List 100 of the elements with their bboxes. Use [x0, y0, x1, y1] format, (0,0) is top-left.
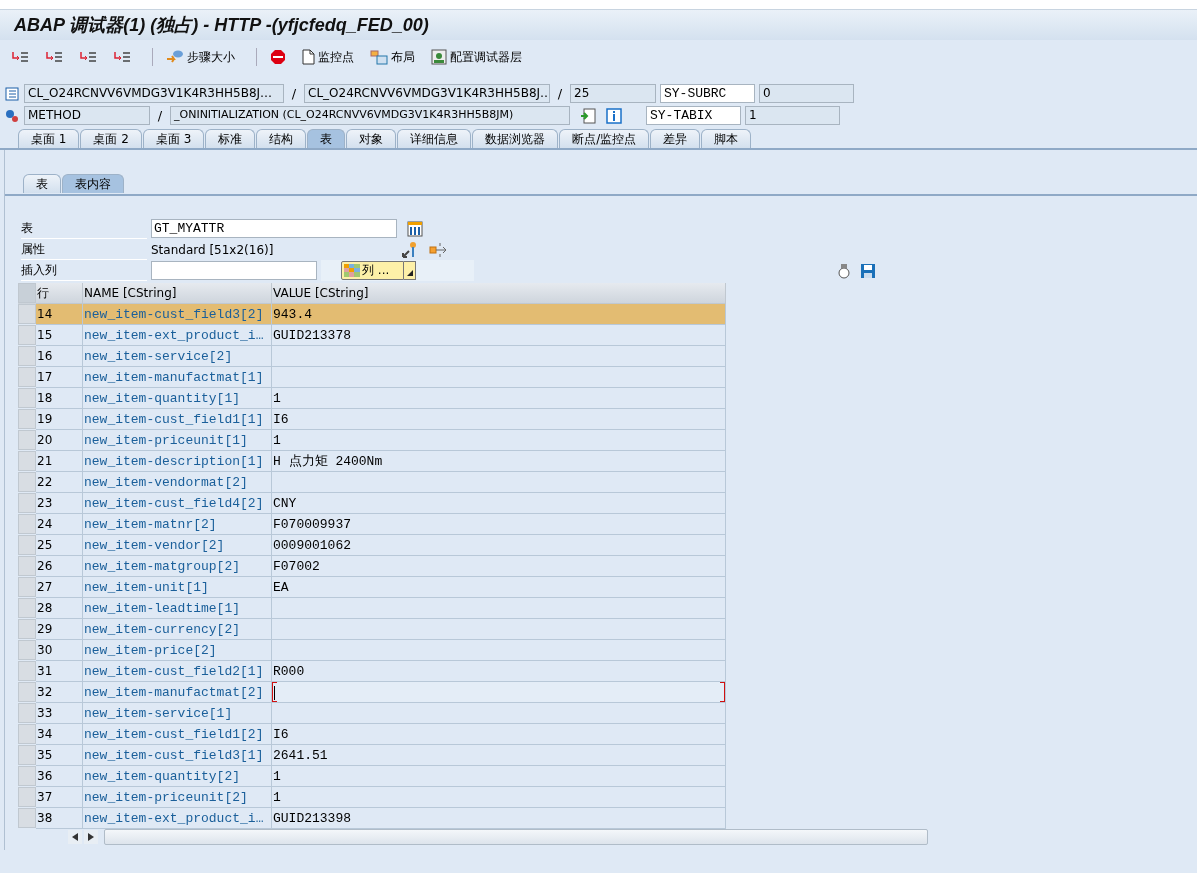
table-cell[interactable]: 1 — [272, 787, 726, 808]
table-cell[interactable] — [272, 367, 726, 388]
table-cell[interactable]: 2641.51 — [272, 745, 726, 766]
tab[interactable]: 桌面 1 — [18, 129, 80, 148]
tab[interactable]: 桌面 3 — [142, 129, 205, 148]
tab[interactable]: 结构 — [256, 129, 307, 148]
table-cell: new_item-ext_product_i… — [83, 325, 272, 346]
table-cell[interactable]: GUID213378 — [272, 325, 726, 346]
table-cell: new_item-priceunit[2] — [83, 787, 272, 808]
table-name-field[interactable]: GT_MYATTR — [151, 219, 397, 238]
row-selector[interactable] — [18, 724, 36, 744]
row-selector[interactable] — [18, 409, 36, 429]
row-selector[interactable] — [18, 745, 36, 765]
row-selector[interactable] — [18, 661, 36, 681]
table-cell: new_item-description[1] — [83, 451, 272, 472]
table-cell[interactable] — [272, 703, 726, 724]
table-cell: new_item-manufactmat[1] — [83, 367, 272, 388]
row-selector[interactable] — [18, 598, 36, 618]
tab[interactable]: 断点/监控点 — [559, 129, 650, 148]
tab[interactable]: 差异 — [650, 129, 701, 148]
table-cell[interactable]: I6 — [272, 724, 726, 745]
save-icon[interactable] — [860, 262, 877, 279]
table-cell[interactable] — [272, 346, 726, 367]
separator-slash: / — [556, 86, 564, 101]
row-selector[interactable] — [18, 640, 36, 660]
event-field: _ONINITIALIZATION (CL_O24RCNVV6VMDG3V1K4R3HH5B8JM) — [170, 106, 570, 125]
tab[interactable]: 表 — [23, 174, 61, 193]
table-cell: 37 — [36, 787, 83, 808]
row-selector[interactable] — [18, 388, 36, 408]
row-selector[interactable] — [18, 304, 36, 324]
row-selector[interactable] — [18, 493, 36, 513]
row-selector[interactable] — [18, 451, 36, 471]
tab[interactable]: 脚本 — [701, 129, 752, 148]
tab[interactable]: 桌面 2 — [80, 129, 142, 148]
include-field: CL_O24RCNVV6VMDG3V1K4R3HH5B8J… — [304, 84, 550, 103]
table-cell[interactable]: F070009937 — [272, 514, 726, 535]
export-icon[interactable] — [429, 241, 447, 258]
row-selector[interactable] — [18, 703, 36, 723]
tab[interactable]: 表 — [307, 129, 346, 148]
row-selector[interactable] — [18, 430, 36, 450]
row-selector[interactable] — [18, 535, 36, 555]
select-all-button[interactable] — [18, 283, 36, 303]
table-cell: 18 — [36, 388, 83, 409]
row-selector[interactable] — [18, 682, 36, 702]
display-icon[interactable] — [580, 107, 596, 124]
table-cell: new_item-matnr[2] — [83, 514, 272, 535]
row-selector[interactable] — [18, 577, 36, 597]
tab[interactable]: 数据浏览器 — [472, 129, 559, 148]
table-cell: 17 — [36, 367, 83, 388]
insert-column-field[interactable] — [151, 261, 317, 280]
table-cell[interactable] — [272, 598, 726, 619]
toolbar-button[interactable]: 布局 — [367, 46, 418, 68]
table-icon[interactable] — [407, 220, 423, 237]
table-cell[interactable] — [272, 472, 726, 493]
table-cell[interactable]: 943.4 — [272, 304, 726, 325]
table-cell[interactable]: 1 — [272, 766, 726, 787]
row-selector[interactable] — [18, 808, 36, 828]
table-cell[interactable] — [272, 640, 726, 661]
row-selector[interactable] — [18, 619, 36, 639]
layout-icon — [370, 49, 388, 65]
columns-button[interactable]: 列 ... — [341, 261, 405, 280]
row-selector[interactable] — [18, 514, 36, 534]
table-cell: new_item-quantity[2] — [83, 766, 272, 787]
tab[interactable]: 标准 — [205, 129, 256, 148]
row-selector[interactable] — [18, 556, 36, 576]
table-cell[interactable]: 1 — [272, 430, 726, 451]
tab[interactable]: 表内容 — [62, 174, 124, 193]
row-selector[interactable] — [18, 367, 36, 387]
table-cell: 32 — [36, 682, 83, 703]
horizontal-scrollbar[interactable] — [104, 829, 928, 845]
table-cell[interactable]: 1 — [272, 388, 726, 409]
sysvar-value-field: 0 — [759, 84, 854, 103]
row-selector[interactable] — [18, 766, 36, 786]
light-bulb-icon[interactable] — [838, 262, 851, 279]
row-selector[interactable] — [18, 346, 36, 366]
row-selector[interactable] — [18, 787, 36, 807]
table-cell[interactable]: 0009001062 — [272, 535, 726, 556]
table-cell: new_item-cust_field1[1] — [83, 409, 272, 430]
toolbar-button[interactable]: 监控点 — [299, 46, 357, 68]
table-cell: new_item-currency[2] — [83, 619, 272, 640]
table-cell[interactable] — [272, 682, 726, 703]
table-cell[interactable] — [272, 619, 726, 640]
tab[interactable]: 详细信息 — [397, 129, 472, 148]
row-selector[interactable] — [18, 325, 36, 345]
row-selector[interactable] — [18, 472, 36, 492]
table-cell: 27 — [36, 577, 83, 598]
toolbar-button[interactable]: 配置调试器层 — [428, 46, 525, 68]
sysvar-name-field: SY-TABIX — [646, 106, 741, 125]
table-cell[interactable]: F07002 — [272, 556, 726, 577]
table-cell[interactable]: I6 — [272, 409, 726, 430]
info-icon[interactable] — [606, 107, 622, 124]
table-cell[interactable]: CNY — [272, 493, 726, 514]
dropdown-caret[interactable] — [404, 261, 417, 280]
key-icon[interactable] — [401, 240, 419, 259]
table-cell: 33 — [36, 703, 83, 724]
tab[interactable]: 对象 — [346, 129, 397, 148]
toolbar-button[interactable]: 步骤大小 — [163, 46, 238, 68]
table-cell: new_item-unit[1] — [83, 577, 272, 598]
table-cell[interactable]: H 点力矩 2400Nm — [272, 451, 726, 472]
table-cell[interactable]: EA — [272, 577, 726, 598]
